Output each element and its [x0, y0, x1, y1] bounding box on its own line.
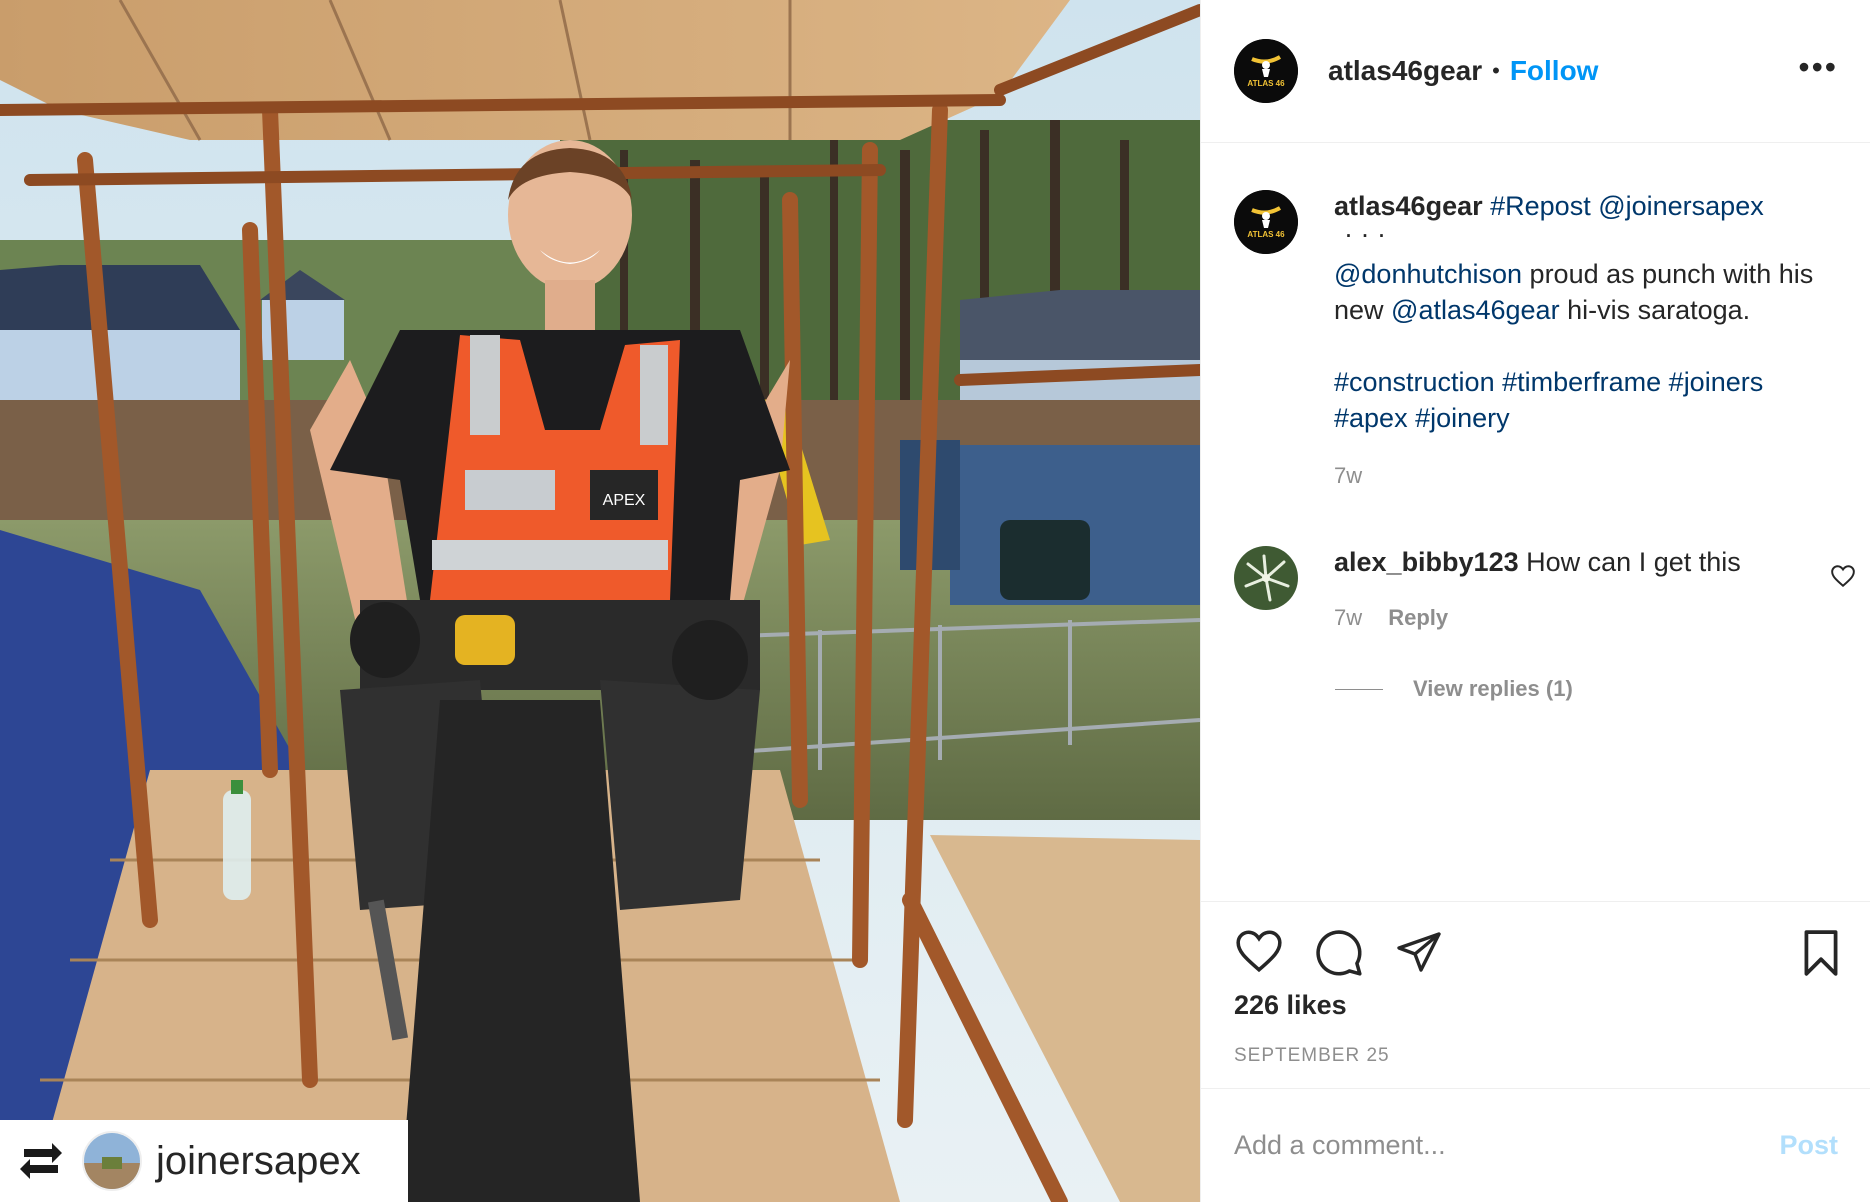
view-replies-button[interactable]: View replies (1) [1335, 676, 1573, 702]
svg-text:ATLAS 46: ATLAS 46 [1247, 79, 1285, 88]
action-bar [1201, 901, 1870, 976]
comment-username[interactable]: alex_bibby123 [1334, 547, 1519, 577]
repost-username: joinersapex [156, 1138, 361, 1183]
add-comment-input[interactable] [1234, 1130, 1780, 1161]
replies-divider [1335, 688, 1383, 690]
hashtag-timberframe[interactable]: #timberframe [1502, 367, 1661, 397]
reply-button[interactable]: Reply [1388, 605, 1448, 630]
post-image: APEX [0, 0, 1200, 1202]
repost-avatar [82, 1131, 142, 1191]
heart-icon[interactable] [1234, 928, 1284, 979]
hashtag-repost[interactable]: #Repost [1490, 191, 1591, 221]
atlas46-logo: ATLAS 46 [1234, 39, 1298, 103]
caption-text: hi-vis saratoga. [1559, 295, 1751, 325]
hashtag-joinery[interactable]: #joinery [1415, 403, 1510, 433]
post-date[interactable]: SEPTEMBER 25 [1234, 1045, 1390, 1067]
bookmark-icon[interactable] [1798, 928, 1844, 983]
comment-like-icon[interactable] [1830, 564, 1856, 593]
comment-icon[interactable] [1314, 928, 1364, 983]
view-replies-label: View replies (1) [1413, 676, 1573, 701]
comment-timestamp[interactable]: 7w [1334, 605, 1362, 630]
svg-text:ATLAS 46: ATLAS 46 [1247, 230, 1285, 239]
repost-credit[interactable]: joinersapex [0, 1120, 408, 1202]
header-separator: • [1492, 58, 1500, 83]
post-header: ATLAS 46 atlas46gear • Follow ••• [1201, 0, 1870, 143]
hashtag-construction[interactable]: #construction [1334, 367, 1495, 397]
likes-count[interactable]: 226 likes [1234, 990, 1347, 1021]
mention-donhutchison[interactable]: @donhutchison [1334, 259, 1522, 289]
caption-dots: · · · [1344, 219, 1386, 249]
svg-text:APEX: APEX [603, 492, 646, 509]
post-photo[interactable]: APEX joinersapex [0, 0, 1200, 1202]
post-details-panel: ATLAS 46 atlas46gear • Follow ••• ATLAS … [1200, 0, 1870, 1202]
comment-body: alex_bibby123 How can I get this 7w Repl… [1334, 544, 1794, 636]
comment-text: How can I get this [1526, 547, 1741, 577]
atlas46-logo: ATLAS 46 [1234, 190, 1298, 254]
comment-meta: 7w Reply [1334, 600, 1794, 636]
avatar[interactable]: ATLAS 46 [1234, 39, 1298, 103]
caption-avatar[interactable]: ATLAS 46 [1234, 190, 1298, 254]
caption-body: atlas46gear #Repost @joinersapex · · · @… [1334, 188, 1854, 494]
follow-button[interactable]: Follow [1510, 55, 1599, 87]
mention-joinersapex[interactable]: @joinersapex [1598, 191, 1764, 221]
caption-timestamp[interactable]: 7w [1334, 458, 1854, 494]
hashtag-joiners[interactable]: #joiners [1669, 367, 1764, 397]
mention-atlas46gear[interactable]: @atlas46gear [1391, 295, 1560, 325]
repost-icon [16, 1139, 66, 1183]
caption-username[interactable]: atlas46gear [1334, 191, 1483, 221]
header-username[interactable]: atlas46gear [1328, 55, 1482, 87]
hashtag-apex[interactable]: #apex [1334, 403, 1408, 433]
comment-avatar[interactable] [1234, 546, 1298, 610]
more-options-icon[interactable]: ••• [1798, 51, 1838, 83]
share-icon[interactable] [1394, 928, 1444, 981]
add-comment-bar: Post [1201, 1088, 1870, 1202]
post-comment-button[interactable]: Post [1779, 1130, 1838, 1161]
